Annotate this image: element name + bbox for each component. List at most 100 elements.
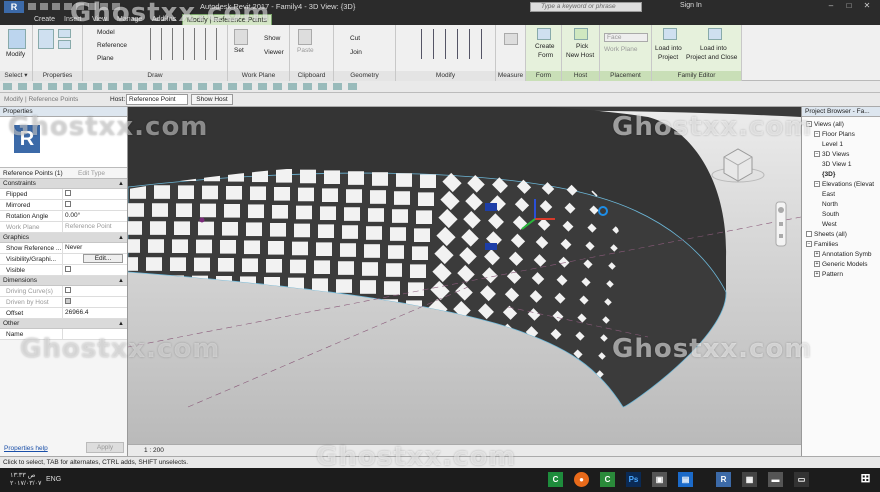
property-group-other[interactable]: Other ▲ [0,319,127,329]
checkbox[interactable] [65,266,71,273]
viewer-label[interactable]: Viewer [264,49,284,56]
tree-item[interactable]: South [822,211,839,218]
properties-help-link[interactable]: Properties help [4,445,48,452]
tree-item[interactable]: 3D View 1 [822,161,852,168]
tree-item[interactable]: + Annotation Symb [814,251,872,258]
tree-item[interactable]: West [822,221,837,228]
load-and-close-icon[interactable] [708,28,722,40]
3d-viewport[interactable] [128,107,801,456]
tab-insert[interactable]: Insert [60,14,86,25]
create-form-label-2[interactable]: Form [538,52,553,59]
taskbar-clock[interactable]: ۱۳:۳۳ ص ۲۰۱۷/۰۳/۰۷ [10,472,42,488]
revit-app-icon[interactable]: R [4,1,24,13]
tools-toolbar[interactable] [0,81,880,93]
collapse-icon[interactable]: ▲ [118,233,124,243]
tree-item[interactable]: {3D} [822,171,835,178]
new-host-label[interactable]: New Host [566,52,594,59]
folder-taskbar-icon[interactable]: ▭ [794,472,809,487]
viewcube[interactable] [711,148,765,183]
modify-button-label[interactable]: Modify [6,51,25,58]
help-search-input[interactable]: Type a keyword or phrase [530,2,642,12]
collapse-icon[interactable]: − [814,131,820,138]
edit-type-button[interactable]: Edit Type [78,168,105,179]
property-value[interactable] [62,189,128,200]
quick-access-toolbar[interactable] [28,3,178,11]
property-row[interactable]: Rotation Angle 0.00° [0,211,127,222]
set-label[interactable]: Set [234,47,244,54]
normal-handle[interactable] [485,203,497,211]
checkbox[interactable] [65,190,71,197]
tab-manage[interactable]: Manage [113,14,146,25]
property-value[interactable] [62,329,128,340]
paste-label[interactable]: Paste [297,47,314,54]
load-into-project-label-1[interactable]: Load into [655,45,682,52]
tree-item[interactable]: − Elevations (Elevat [814,181,874,188]
property-row[interactable]: Name [0,329,127,340]
show-host-button[interactable]: Show Host [191,94,233,105]
property-value[interactable]: 0.00° [62,211,128,222]
dome-model-canvas[interactable] [128,107,801,456]
collapse-icon[interactable]: ▲ [118,319,124,329]
paste-icon[interactable] [298,29,312,45]
screen-tool-taskbar-icon[interactable]: ▣ [652,472,667,487]
tab-modify-reference-points[interactable]: Modify | Reference Points [182,14,273,25]
panel-label-select[interactable]: Select ▾ [0,71,32,81]
tab-add-ins[interactable]: Add-Ins [148,14,180,25]
collapse-icon[interactable] [806,231,812,238]
property-value[interactable]: Reference Point [62,222,128,233]
load-into-project-label-2[interactable]: Project [658,54,678,61]
load-into-project-icon[interactable] [663,28,677,40]
tree-item[interactable]: − Families [806,241,838,248]
app-taskbar-icon-2[interactable]: ▦ [742,472,757,487]
collapse-icon[interactable]: ▲ [118,179,124,189]
edit-button[interactable]: Edit... [83,254,123,263]
tab-create[interactable]: Create [30,14,59,25]
property-group-dimensions[interactable]: Dimensions ▲ [0,276,127,286]
sign-in-link[interactable]: Sign In [680,2,702,9]
modify-tools-grid[interactable] [418,29,490,59]
expand-icon[interactable]: + [814,261,820,268]
set-workplane-icon[interactable] [234,29,248,45]
pick-label[interactable]: Pick [576,43,588,50]
property-value[interactable] [62,297,128,308]
apply-button[interactable]: Apply [86,442,124,453]
property-row[interactable]: Mirrored [0,200,127,211]
property-value[interactable]: 26966.4 [62,308,128,319]
join-label[interactable]: Join [350,49,362,56]
show-label[interactable]: Show [264,35,280,42]
draw-reference-label[interactable]: Reference [97,42,127,49]
cut-label[interactable]: Cut [350,35,360,42]
checkbox[interactable] [65,201,71,208]
reference-point-marker[interactable] [199,217,205,223]
properties-icon[interactable] [38,29,54,49]
tab-view[interactable]: View [88,14,111,25]
property-group-constraints[interactable]: Constraints ▲ [0,179,127,189]
property-value[interactable] [62,286,128,297]
collapse-icon[interactable]: − [806,121,812,128]
placement-face-button[interactable]: Face [604,33,648,42]
navigation-bar[interactable] [775,201,787,247]
draw-plane-label[interactable]: Plane [97,55,114,62]
minimize-icon[interactable]: – [822,1,840,10]
tree-item[interactable]: Level 1 [822,141,843,148]
tree-item[interactable]: North [822,201,838,208]
measure-icon[interactable] [504,33,518,45]
load-and-close-label-1[interactable]: Load into [700,45,727,52]
revit-taskbar-icon[interactable]: R [716,472,731,487]
tree-item[interactable]: − Views (all) [806,121,844,128]
tree-item[interactable]: + Pattern [814,271,843,278]
create-form-label-1[interactable]: Create [535,43,555,50]
collapse-icon[interactable]: ▲ [118,276,124,286]
property-row[interactable]: Driven by Host [0,297,127,308]
blue-app-taskbar-icon[interactable]: ▤ [678,472,693,487]
property-value[interactable]: Never [62,243,128,254]
collapse-icon[interactable]: − [814,151,820,158]
placement-workplane-button[interactable]: Work Plane [604,46,637,53]
create-form-icon[interactable] [537,28,551,40]
type-selector[interactable]: Reference Points (1) Edit Type [0,167,127,179]
property-group-graphics[interactable]: Graphics ▲ [0,233,127,243]
tree-item[interactable]: −3D Views [814,151,849,158]
property-value[interactable]: Edit... [62,254,128,265]
photoshop-taskbar-icon[interactable]: Ps [626,472,641,487]
draw-model-label[interactable]: Model [97,29,115,36]
